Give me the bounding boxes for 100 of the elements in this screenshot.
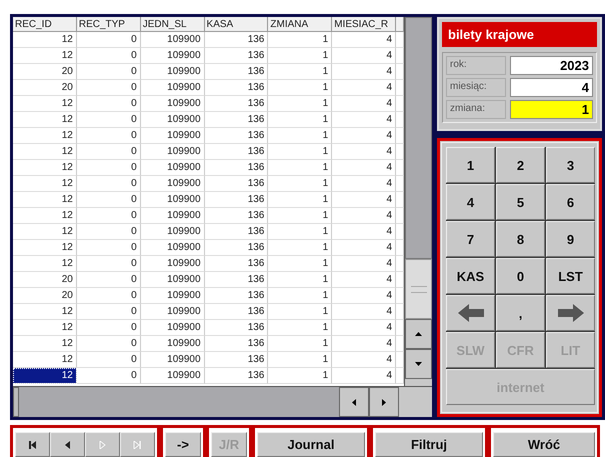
table-cell[interactable]: 0 bbox=[76, 272, 141, 288]
table-cell[interactable]: 4 bbox=[332, 96, 396, 112]
table-cell[interactable]: 109900 bbox=[140, 256, 205, 272]
keypad-key[interactable]: LST bbox=[546, 258, 595, 294]
table-cell[interactable]: 136 bbox=[204, 352, 268, 368]
table-cell[interactable]: 109900 bbox=[140, 176, 205, 192]
table-cell[interactable]: 4 bbox=[332, 240, 396, 256]
table-cell[interactable]: 1 bbox=[268, 128, 332, 144]
scroll-thumb[interactable] bbox=[405, 17, 432, 259]
table-cell[interactable]: 109900 bbox=[140, 112, 205, 128]
scroll-down-button[interactable] bbox=[405, 349, 432, 379]
table-cell[interactable]: 109900 bbox=[140, 160, 205, 176]
keypad-key[interactable]: 9 bbox=[546, 221, 595, 257]
table-cell[interactable]: 4 bbox=[332, 256, 396, 272]
table-cell[interactable]: 109900 bbox=[140, 240, 205, 256]
table-cell[interactable]: 20 bbox=[13, 288, 77, 304]
table-cell[interactable]: 0 bbox=[76, 256, 141, 272]
table-cell[interactable]: 136 bbox=[204, 144, 268, 160]
table-cell[interactable]: 109900 bbox=[140, 80, 205, 96]
input-field[interactable]: 2023 bbox=[510, 56, 593, 75]
table-cell[interactable]: 136 bbox=[204, 112, 268, 128]
table-cell[interactable]: 1 bbox=[268, 368, 332, 384]
input-field[interactable]: 4 bbox=[510, 78, 593, 97]
navigator-button[interactable] bbox=[50, 432, 85, 457]
keypad-key[interactable]: 3 bbox=[546, 147, 595, 183]
table-cell[interactable]: 109900 bbox=[140, 224, 205, 240]
scroll-left-button[interactable] bbox=[339, 387, 369, 417]
table-cell[interactable]: 20 bbox=[13, 80, 77, 96]
table-cell[interactable]: 136 bbox=[204, 176, 268, 192]
column-header[interactable]: KASA bbox=[204, 17, 268, 32]
table-cell[interactable]: 136 bbox=[204, 48, 268, 64]
table-cell[interactable]: 12 bbox=[13, 96, 77, 112]
table-cell[interactable]: 136 bbox=[204, 288, 268, 304]
keypad-key[interactable]: 7 bbox=[446, 221, 495, 257]
table-cell[interactable]: 109900 bbox=[140, 272, 205, 288]
left-arrow-key[interactable] bbox=[446, 295, 495, 331]
table-cell[interactable]: 12 bbox=[13, 144, 77, 160]
table-cell[interactable]: 109900 bbox=[140, 320, 205, 336]
table-cell[interactable]: 4 bbox=[332, 80, 396, 96]
table-cell[interactable]: 1 bbox=[268, 288, 332, 304]
table-cell[interactable]: 1 bbox=[268, 96, 332, 112]
table-cell[interactable]: 109900 bbox=[140, 352, 205, 368]
table-cell[interactable]: 0 bbox=[76, 368, 141, 384]
column-header[interactable] bbox=[396, 17, 404, 32]
table-cell[interactable]: 4 bbox=[332, 192, 396, 208]
table-cell[interactable]: 12 bbox=[13, 304, 77, 320]
table-cell[interactable]: 136 bbox=[204, 224, 268, 240]
table-cell[interactable]: 4 bbox=[332, 32, 396, 48]
table-cell[interactable]: 12 bbox=[13, 128, 77, 144]
table-cell[interactable]: 20 bbox=[13, 272, 77, 288]
table-cell[interactable]: 1 bbox=[268, 336, 332, 352]
keypad-key[interactable]: 8 bbox=[496, 221, 545, 257]
table-cell[interactable]: 4 bbox=[332, 368, 396, 384]
column-header[interactable]: JEDN_SL bbox=[140, 17, 205, 32]
table-cell[interactable]: 109900 bbox=[140, 144, 205, 160]
table-cell[interactable]: 1 bbox=[268, 272, 332, 288]
table-cell[interactable]: 136 bbox=[204, 192, 268, 208]
table-cell[interactable]: 12 bbox=[13, 336, 77, 352]
table-cell[interactable]: 12 bbox=[13, 240, 77, 256]
table-cell[interactable]: 0 bbox=[76, 192, 141, 208]
table-cell[interactable]: 1 bbox=[268, 304, 332, 320]
toolbar-button[interactable]: Wróć bbox=[493, 432, 595, 457]
table-cell[interactable]: 109900 bbox=[140, 192, 205, 208]
table-cell[interactable]: 12 bbox=[13, 176, 77, 192]
table-cell[interactable]: 109900 bbox=[140, 304, 205, 320]
toolbar-button[interactable]: Journal bbox=[257, 432, 365, 457]
table-cell[interactable]: 1 bbox=[268, 208, 332, 224]
table-cell[interactable]: 4 bbox=[332, 304, 396, 320]
table-cell[interactable]: 0 bbox=[76, 144, 141, 160]
table-cell[interactable]: 136 bbox=[204, 160, 268, 176]
table-cell[interactable]: 4 bbox=[332, 144, 396, 160]
column-header[interactable]: ZMIANA bbox=[268, 17, 332, 32]
table-cell[interactable]: 136 bbox=[204, 64, 268, 80]
table-cell[interactable]: 4 bbox=[332, 208, 396, 224]
table-cell[interactable]: 136 bbox=[204, 320, 268, 336]
keypad-key[interactable]: 2 bbox=[496, 147, 545, 183]
table-cell[interactable]: 109900 bbox=[140, 336, 205, 352]
table-cell[interactable]: 136 bbox=[204, 256, 268, 272]
table-cell[interactable]: 4 bbox=[332, 288, 396, 304]
table-cell[interactable]: 0 bbox=[76, 320, 141, 336]
scroll-up-button[interactable] bbox=[405, 319, 432, 349]
right-arrow-key[interactable] bbox=[546, 295, 595, 331]
keypad-key[interactable]: 1 bbox=[446, 147, 495, 183]
table-cell[interactable]: 136 bbox=[204, 128, 268, 144]
table-cell[interactable]: 0 bbox=[76, 176, 141, 192]
table-cell[interactable]: 136 bbox=[204, 272, 268, 288]
table-cell[interactable]: 109900 bbox=[140, 48, 205, 64]
table-cell[interactable]: 136 bbox=[204, 240, 268, 256]
table-cell[interactable]: 1 bbox=[268, 112, 332, 128]
input-field[interactable]: 1 bbox=[510, 100, 593, 119]
table-cell[interactable]: 136 bbox=[204, 80, 268, 96]
table-cell[interactable]: 12 bbox=[13, 368, 77, 384]
table-cell[interactable]: 1 bbox=[268, 48, 332, 64]
table-cell[interactable]: 4 bbox=[332, 176, 396, 192]
table-cell[interactable]: 0 bbox=[76, 352, 141, 368]
toolbar-button[interactable]: -> bbox=[165, 432, 201, 457]
table-cell[interactable]: 0 bbox=[76, 304, 141, 320]
table-cell[interactable]: 4 bbox=[332, 336, 396, 352]
table-cell[interactable]: 1 bbox=[268, 176, 332, 192]
toolbar-button[interactable]: Filtruj bbox=[375, 432, 483, 457]
